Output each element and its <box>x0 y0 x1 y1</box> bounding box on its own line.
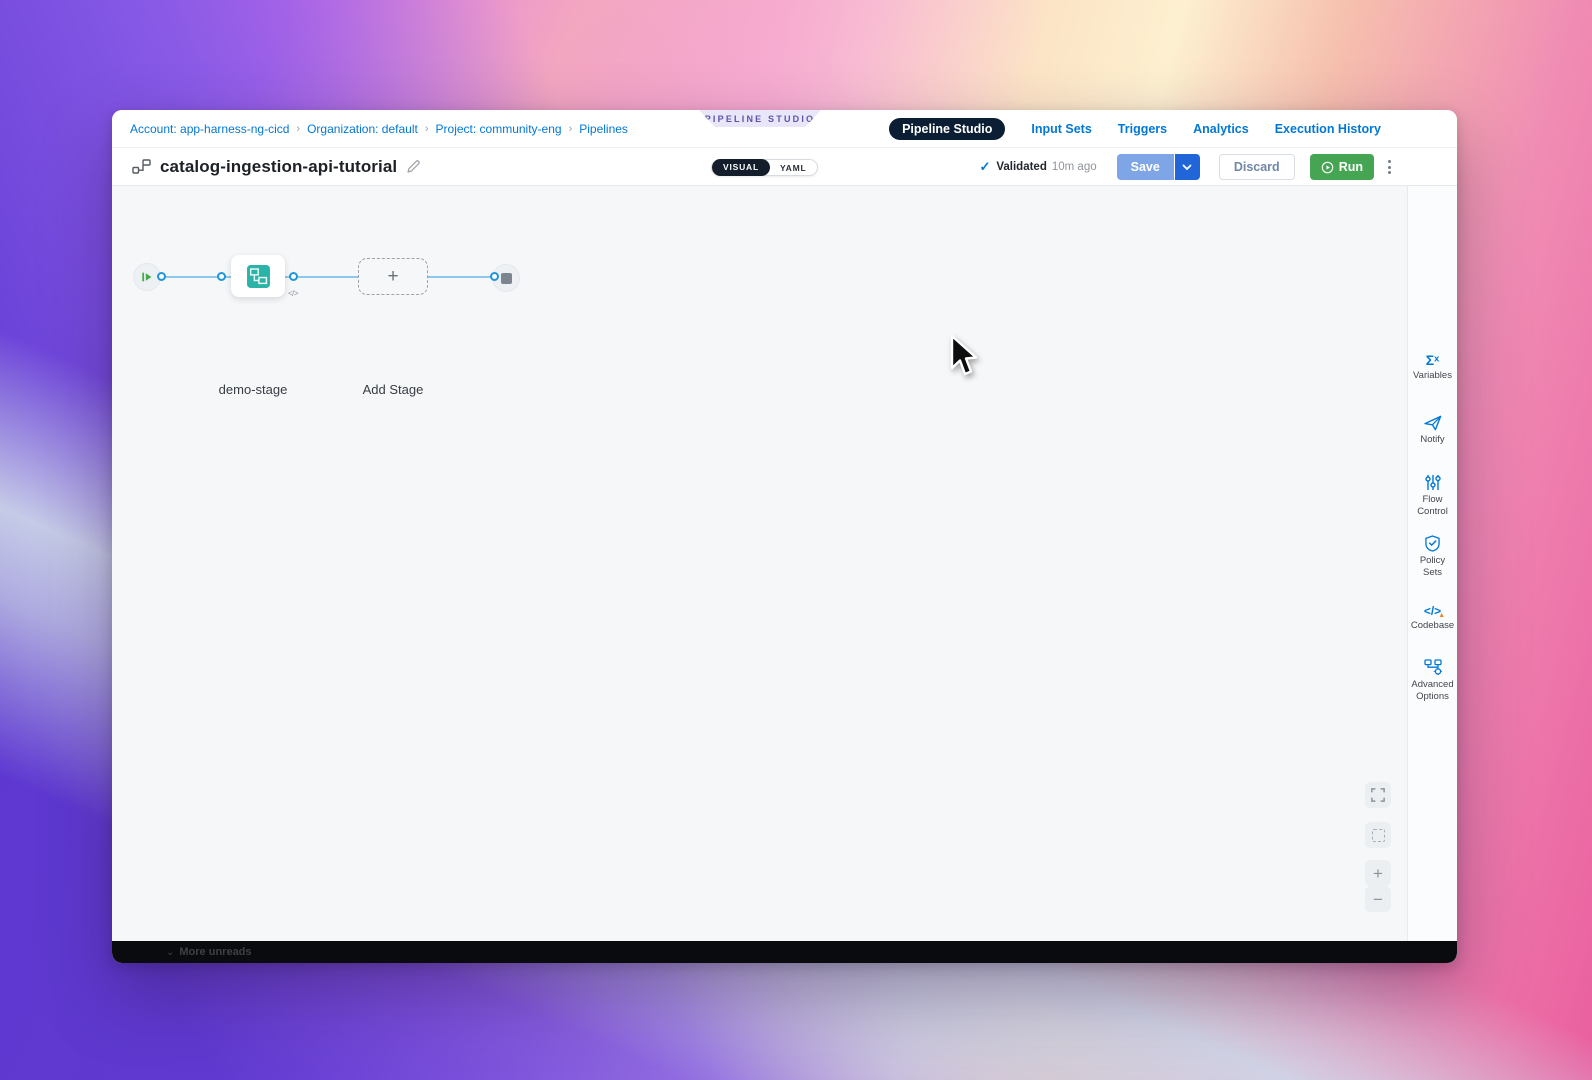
top-navigation: Pipeline Studio Input Sets Triggers Anal… <box>889 110 1381 148</box>
minus-icon: − <box>1373 891 1383 908</box>
fullscreen-button[interactable] <box>1365 782 1391 808</box>
toggle-yaml[interactable]: YAML <box>770 163 817 173</box>
save-button[interactable]: Save <box>1117 154 1174 180</box>
sidebar-item-codebase[interactable]: </>▲ Codebase <box>1408 598 1457 632</box>
chevron-down-icon: ⌄ <box>166 947 174 958</box>
fit-view-icon <box>1372 829 1385 842</box>
start-play-icon <box>141 271 153 283</box>
sidebar-item-label: Notify <box>1408 434 1457 446</box>
app-window: Account: app-harness-ng-cicd › Organizat… <box>112 110 1457 963</box>
validated-label: Validated <box>996 161 1047 173</box>
header-title-row: catalog-ingestion-api-tutorial VISUAL YA… <box>112 148 1457 186</box>
toggle-visual[interactable]: VISUAL <box>712 159 770 176</box>
code-warning-icon: </>▲ <box>1408 598 1457 617</box>
zoom-out-button[interactable]: − <box>1365 886 1391 912</box>
fullscreen-icon <box>1371 788 1385 802</box>
add-stage-button[interactable]: + <box>358 258 428 295</box>
breadcrumb: Account: app-harness-ng-cicd › Organizat… <box>130 122 628 136</box>
background-window-strip: ⌄ More unreads <box>112 941 1457 963</box>
tab-input-sets[interactable]: Input Sets <box>1031 122 1091 136</box>
chevron-down-icon <box>1182 164 1192 171</box>
custom-stage-icon <box>246 264 271 289</box>
connector-point[interactable] <box>490 272 499 281</box>
breadcrumb-organization[interactable]: Organization: default <box>307 122 418 136</box>
sidebar-item-label: Variables <box>1408 370 1457 382</box>
flowchart-gear-icon <box>1408 657 1457 676</box>
stage-code-badge-icon: </> <box>288 289 298 298</box>
sidebar-item-policy-sets[interactable]: Policy Sets <box>1408 533 1457 580</box>
sidebar-item-label: Policy Sets <box>1408 555 1457 580</box>
header-actions: ✓ Validated 10m ago Save Discard Run <box>979 148 1395 186</box>
run-play-icon <box>1321 161 1334 174</box>
breadcrumb-separator: › <box>289 123 307 135</box>
mouse-cursor <box>948 334 978 378</box>
plus-icon: + <box>387 266 398 288</box>
sidebar-item-label: Advanced Options <box>1408 679 1457 704</box>
connector-point[interactable] <box>217 272 226 281</box>
run-label: Run <box>1339 160 1363 174</box>
paper-plane-icon <box>1408 412 1457 431</box>
zoom-in-button[interactable]: + <box>1365 860 1391 886</box>
sliders-icon <box>1408 472 1457 491</box>
connector-point[interactable] <box>157 272 166 281</box>
stage-node-demo-stage[interactable] <box>231 255 285 297</box>
validated-time: 10m ago <box>1052 161 1097 173</box>
run-button[interactable]: Run <box>1310 154 1374 180</box>
edit-pencil-icon[interactable] <box>406 159 421 174</box>
save-dropdown-button[interactable] <box>1175 154 1200 180</box>
sidebar-item-label: Flow Control <box>1408 494 1457 519</box>
add-stage-label: Add Stage <box>363 382 424 397</box>
sidebar-item-label: Codebase <box>1408 620 1457 632</box>
pipeline-studio-banner: PIPELINE STUDIO <box>699 110 821 127</box>
discard-button[interactable]: Discard <box>1219 154 1295 180</box>
sigma-variables-icon: Σˣ <box>1408 348 1457 367</box>
tab-execution-history[interactable]: Execution History <box>1275 122 1381 136</box>
sidebar-item-notify[interactable]: Notify <box>1408 412 1457 446</box>
page-title: catalog-ingestion-api-tutorial <box>160 157 397 177</box>
sidebar-item-flow-control[interactable]: Flow Control <box>1408 472 1457 519</box>
stop-square-icon <box>501 273 512 284</box>
breadcrumb-project[interactable]: Project: community-eng <box>436 122 562 136</box>
more-unreads-text: More unreads <box>179 946 251 958</box>
fit-view-button[interactable] <box>1365 822 1391 848</box>
breadcrumb-account[interactable]: Account: app-harness-ng-cicd <box>130 122 289 136</box>
connector-line <box>428 276 492 278</box>
stage-label: demo-stage <box>219 382 288 397</box>
breadcrumb-separator: › <box>418 123 436 135</box>
more-options-kebab-icon[interactable] <box>1384 156 1395 178</box>
right-tool-sidebar: Σˣ Variables Notify Flow Control Policy <box>1407 186 1457 941</box>
connector-point[interactable] <box>289 272 298 281</box>
sidebar-item-advanced-options[interactable]: Advanced Options <box>1408 657 1457 704</box>
view-toggle: VISUAL YAML <box>711 159 818 176</box>
header-top-row: Account: app-harness-ng-cicd › Organizat… <box>112 110 1457 148</box>
breadcrumb-separator: › <box>562 123 580 135</box>
tab-pipeline-studio[interactable]: Pipeline Studio <box>889 118 1005 140</box>
pipeline-canvas[interactable]: </> demo-stage + Add Stage Σˣ Variables … <box>112 186 1457 941</box>
pipeline-graph-icon <box>132 159 151 174</box>
sidebar-item-variables[interactable]: Σˣ Variables <box>1408 348 1457 382</box>
breadcrumb-pipelines[interactable]: Pipelines <box>579 122 628 136</box>
tab-analytics[interactable]: Analytics <box>1193 122 1249 136</box>
validated-check-icon: ✓ <box>979 159 990 175</box>
plus-icon: + <box>1373 865 1383 882</box>
tab-triggers[interactable]: Triggers <box>1118 122 1167 136</box>
shield-check-icon <box>1408 533 1457 552</box>
